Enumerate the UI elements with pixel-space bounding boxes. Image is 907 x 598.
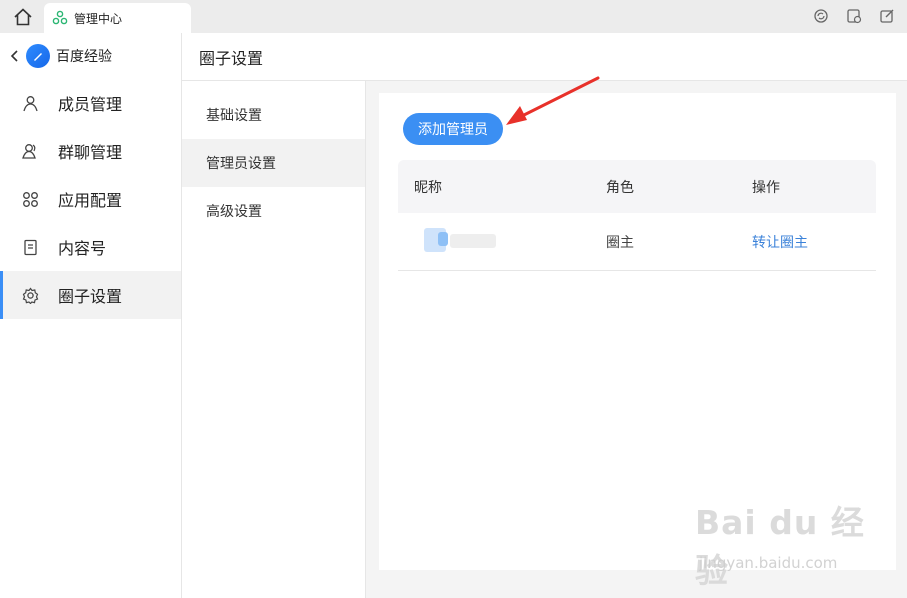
sidebar: 百度经验 成员管理 群聊管理 应用配置 内容号 圈子设置 (0, 33, 182, 598)
window-icon[interactable] (846, 8, 862, 24)
sidebar-item-circle-settings[interactable]: 圈子设置 (0, 271, 181, 319)
column-header-role: 角色 (606, 179, 634, 196)
sidebar-item-apps[interactable]: 应用配置 (0, 175, 181, 223)
column-header-nickname: 昵称 (414, 179, 442, 196)
watermark-text: Bai du 经验 (695, 503, 865, 590)
sidebar-header: 百度经验 (0, 33, 181, 79)
table-header: 昵称 角色 操作 (398, 160, 876, 213)
sidebar-item-label: 群聊管理 (58, 143, 123, 162)
admin-table: 昵称 角色 操作 圈主 转让圈主 (398, 160, 876, 271)
sidebar-title: 百度经验 (56, 49, 112, 65)
apps-icon (23, 191, 38, 207)
sidebar-item-label: 圈子设置 (58, 287, 123, 306)
title-bar: 管理中心 (0, 0, 907, 33)
sidebar-item-group-chat[interactable]: 群聊管理 (0, 127, 181, 175)
member-icon (23, 95, 38, 111)
tab-management-center[interactable]: 管理中心 (44, 3, 191, 33)
baidu-jingyan-logo (26, 44, 50, 68)
column-header-action: 操作 (752, 179, 780, 196)
watermark-url: jingyan.baidu.com (699, 554, 838, 572)
sub-nav-advanced-settings[interactable]: 高级设置 (182, 187, 365, 235)
sub-nav-admin-settings[interactable]: 管理员设置 (182, 139, 365, 187)
sidebar-item-members[interactable]: 成员管理 (0, 79, 181, 127)
sidebar-item-content[interactable]: 内容号 (0, 223, 181, 271)
sidebar-item-label: 内容号 (58, 239, 107, 258)
back-arrow-icon[interactable] (8, 49, 22, 63)
page-header: 圈子设置 (182, 33, 907, 81)
sidebar-item-label: 应用配置 (58, 191, 123, 210)
document-icon (24, 239, 37, 255)
page-title: 圈子设置 (199, 48, 264, 68)
tab-label: 管理中心 (74, 11, 123, 26)
nickname-cell (398, 227, 589, 256)
blurred-nickname (414, 227, 496, 252)
sidebar-nav: 成员管理 群聊管理 应用配置 内容号 圈子设置 (0, 79, 181, 319)
transfer-owner-link[interactable]: 转让圈主 (735, 232, 808, 252)
sidebar-item-label: 成员管理 (58, 95, 123, 114)
add-admin-button[interactable]: 添加管理员 (403, 113, 503, 145)
recycle-icon (52, 10, 68, 25)
edit-icon[interactable] (879, 8, 895, 24)
refresh-icon[interactable] (813, 8, 829, 24)
role-cell: 圈主 (606, 234, 634, 251)
table-row: 圈主 转让圈主 (398, 213, 876, 271)
settings-sub-nav: 基础设置 管理员设置 高级设置 (182, 81, 366, 598)
home-icon[interactable] (12, 6, 34, 28)
group-chat-icon (22, 143, 36, 159)
baidu-watermark: Bai du 经验 jingyan.baidu.com (695, 496, 865, 590)
gear-icon (22, 287, 39, 304)
sub-nav-basic-settings[interactable]: 基础设置 (182, 91, 365, 139)
